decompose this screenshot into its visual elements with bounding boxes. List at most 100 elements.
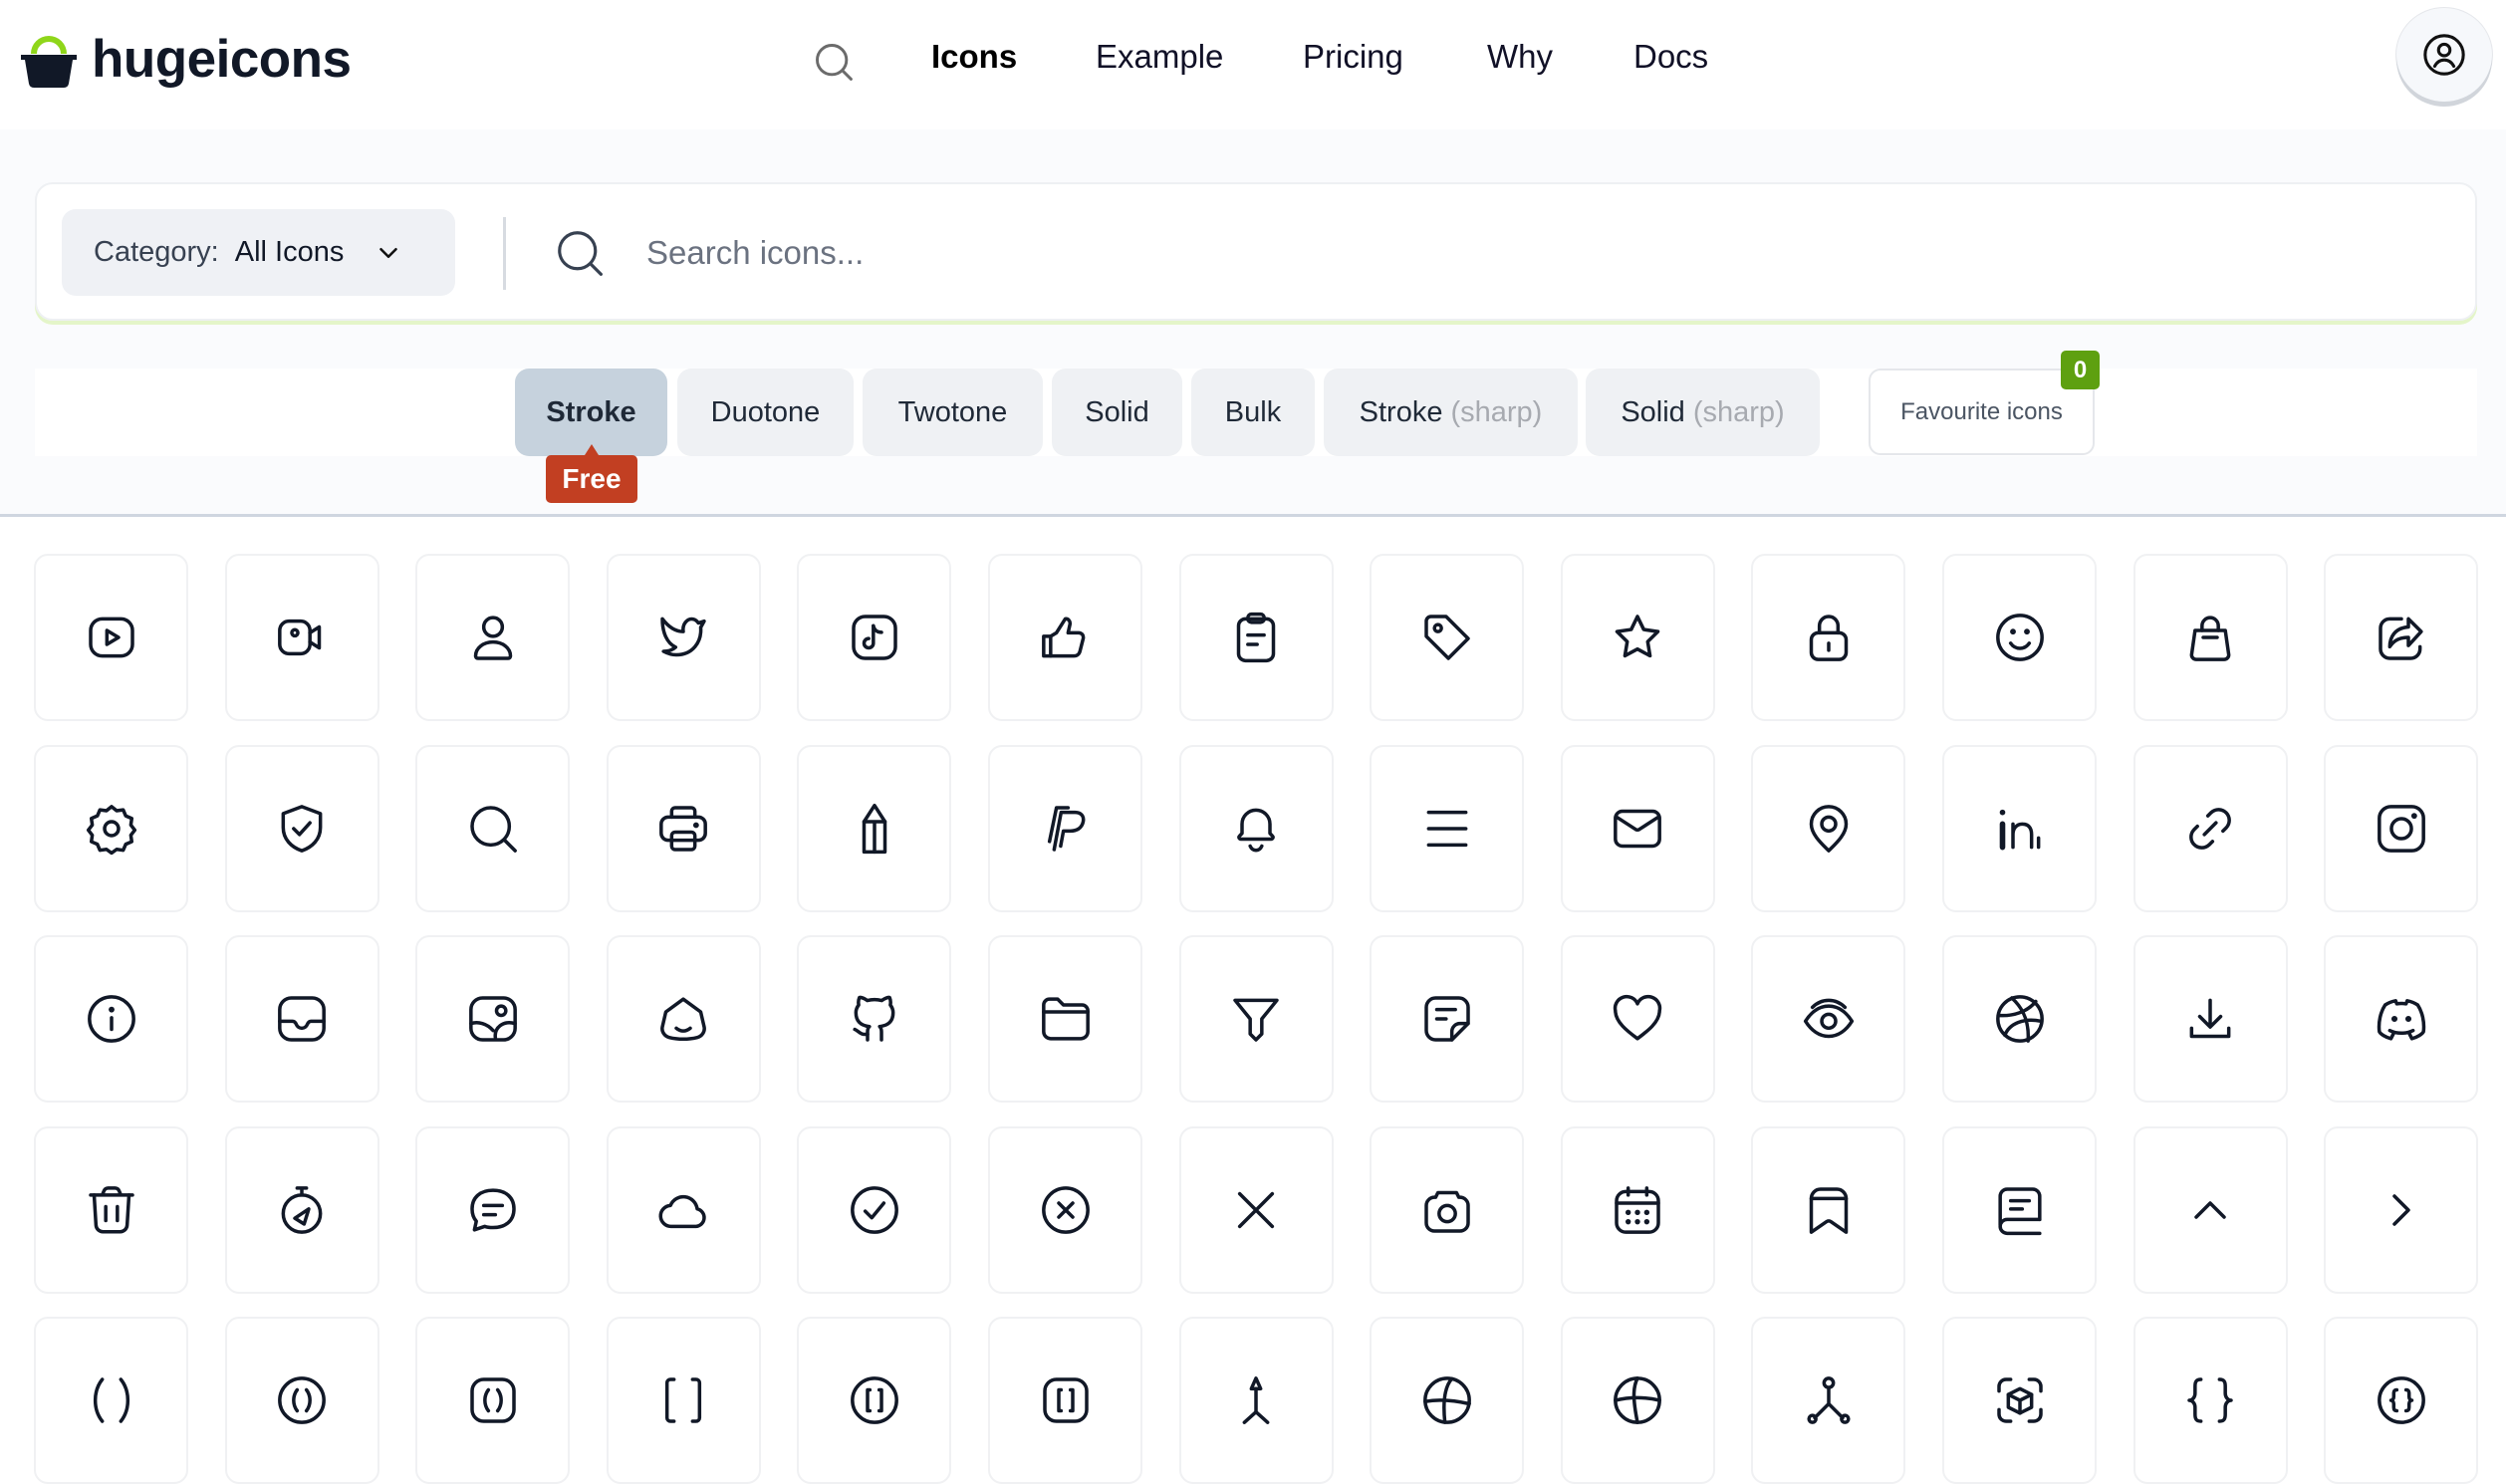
- icon-card-cancel-circle[interactable]: [988, 1125, 1142, 1294]
- icon-card-volleyball[interactable]: [1560, 1317, 1715, 1484]
- account-button[interactable]: [2396, 8, 2492, 102]
- icon-card-printer[interactable]: [606, 744, 761, 912]
- icon-card-image[interactable]: [415, 935, 571, 1103]
- clipboard-icon: [1236, 612, 1276, 663]
- icon-card-linkedin[interactable]: [1942, 744, 2097, 912]
- icon-card-heart[interactable]: [1560, 935, 1715, 1103]
- icon-card-instagram[interactable]: [2324, 744, 2479, 912]
- nav-item-example[interactable]: Example: [1096, 38, 1223, 76]
- icon-card-twitter[interactable]: [606, 554, 761, 721]
- icon-card-information-circle[interactable]: [34, 935, 188, 1103]
- icon-card-download[interactable]: [2132, 935, 2288, 1103]
- search-input[interactable]: [646, 214, 2419, 292]
- icon-card-star[interactable]: [1560, 554, 1715, 721]
- icon-card-cloud[interactable]: [606, 1125, 761, 1294]
- icon-card-curly-bracket-circle[interactable]: [2324, 1317, 2479, 1484]
- icon-card-tag[interactable]: [1370, 554, 1525, 721]
- bookmark-icon: [1809, 1186, 1849, 1234]
- icon-card-dribbble[interactable]: [1942, 935, 2097, 1103]
- icon-card-location[interactable]: [1751, 744, 1906, 912]
- tab-duotone[interactable]: Duotone: [677, 369, 854, 456]
- icon-card-cancel[interactable]: [1178, 1125, 1334, 1294]
- paypal-icon: [1047, 805, 1085, 852]
- category-dropdown[interactable]: Category: All Icons: [62, 209, 455, 296]
- lock-icon: [1809, 615, 1849, 661]
- free-badge: Free: [546, 444, 637, 503]
- cloud-icon: [658, 1194, 707, 1228]
- github-icon: [853, 995, 895, 1042]
- icon-card-folder[interactable]: [988, 935, 1142, 1103]
- icon-card-link[interactable]: [2132, 744, 2288, 912]
- tab-label: Solid: [1085, 395, 1149, 428]
- tab-solid-sharp[interactable]: Solid (sharp): [1586, 369, 1820, 456]
- video-icon: [278, 618, 322, 656]
- nav-search-button[interactable]: [812, 40, 856, 84]
- icon-card-calendar[interactable]: [1560, 1125, 1715, 1294]
- icon-card-inbox[interactable]: [224, 935, 379, 1103]
- icon-card-settings[interactable]: [34, 744, 188, 912]
- icon-card-square-bracket-square[interactable]: [988, 1317, 1142, 1484]
- icon-card-user[interactable]: [415, 554, 571, 721]
- icon-card-share[interactable]: [2324, 554, 2479, 721]
- icon-card-message[interactable]: [415, 1125, 571, 1294]
- home-icon: [660, 997, 707, 1042]
- icon-card-basketball[interactable]: [1370, 1317, 1525, 1484]
- nav-item-icons[interactable]: Icons: [931, 38, 1017, 76]
- icon-card-arrow-up[interactable]: [2132, 1125, 2288, 1294]
- icon-card-thumbs-up[interactable]: [988, 554, 1142, 721]
- tab-bulk[interactable]: Bulk: [1191, 369, 1315, 456]
- icon-card-curly-bracket[interactable]: [2132, 1317, 2288, 1484]
- icon-card-home[interactable]: [606, 935, 761, 1103]
- instagram-icon: [2377, 804, 2425, 853]
- icon-card-parentheses[interactable]: [34, 1317, 188, 1484]
- icon-card-timer[interactable]: [224, 1125, 379, 1294]
- basketball-icon: [1422, 1376, 1471, 1424]
- tab-solid[interactable]: Solid: [1052, 369, 1182, 456]
- tab-stroke-sharp[interactable]: Stroke (sharp): [1324, 369, 1578, 456]
- icon-card-arrow-right[interactable]: [2324, 1125, 2479, 1294]
- icon-card-paypal[interactable]: [988, 744, 1142, 912]
- icon-card-mail[interactable]: [1560, 744, 1715, 912]
- icon-card-camera[interactable]: [1370, 1125, 1525, 1294]
- icon-card-video[interactable]: [224, 554, 379, 721]
- icon-card-menu[interactable]: [1370, 744, 1525, 912]
- icon-card-shield-check[interactable]: [224, 744, 379, 912]
- icon-card-pencil[interactable]: [797, 744, 952, 912]
- icon-card-check-circle[interactable]: [797, 1125, 952, 1294]
- cancel-circle-icon: [1041, 1185, 1090, 1234]
- nav-item-pricing[interactable]: Pricing: [1303, 38, 1403, 76]
- icon-card-note[interactable]: [1370, 935, 1525, 1103]
- icon-card-delete[interactable]: [34, 1125, 188, 1294]
- icon-card-parentheses-square[interactable]: [415, 1317, 571, 1484]
- icon-card-cube-scan[interactable]: [1942, 1317, 2097, 1484]
- tab-twotone[interactable]: Twotone: [863, 369, 1043, 456]
- icon-card-square-bracket-circle[interactable]: [797, 1317, 952, 1484]
- icon-card-tiktok[interactable]: [797, 554, 952, 721]
- icon-card-view[interactable]: [1751, 935, 1906, 1103]
- icon-card-location-arrow[interactable]: [1178, 1317, 1334, 1484]
- icon-card-youtube[interactable]: [34, 554, 188, 721]
- chevron-down-icon: [379, 247, 398, 258]
- shield-check-icon: [281, 804, 323, 853]
- icon-card-github[interactable]: [797, 935, 952, 1103]
- icon-card-square-bracket[interactable]: [606, 1317, 761, 1484]
- tab-stroke[interactable]: Stroke: [515, 369, 667, 456]
- icon-card-search[interactable]: [415, 744, 571, 912]
- icon-card-lock[interactable]: [1751, 554, 1906, 721]
- icon-card-clipboard[interactable]: [1178, 554, 1334, 721]
- icon-card-discord[interactable]: [2324, 935, 2479, 1103]
- arrow-right-icon: [2391, 1193, 2410, 1226]
- icon-card-smile[interactable]: [1942, 554, 2097, 721]
- nav-item-why[interactable]: Why: [1487, 38, 1553, 76]
- icon-card-parentheses-circle[interactable]: [224, 1317, 379, 1484]
- icon-card-filter[interactable]: [1178, 935, 1334, 1103]
- icon-card-bookmark[interactable]: [1751, 1125, 1906, 1294]
- icon-card-hierarchy[interactable]: [1751, 1317, 1906, 1484]
- nav-item-docs[interactable]: Docs: [1633, 38, 1708, 76]
- tiktok-icon: [852, 615, 897, 660]
- icon-card-shopping-bag[interactable]: [2132, 554, 2288, 721]
- icon-card-notification[interactable]: [1178, 744, 1334, 912]
- parentheses-icon: [93, 1377, 129, 1423]
- filter-icon: [1233, 998, 1279, 1042]
- icon-card-book[interactable]: [1942, 1125, 2097, 1294]
